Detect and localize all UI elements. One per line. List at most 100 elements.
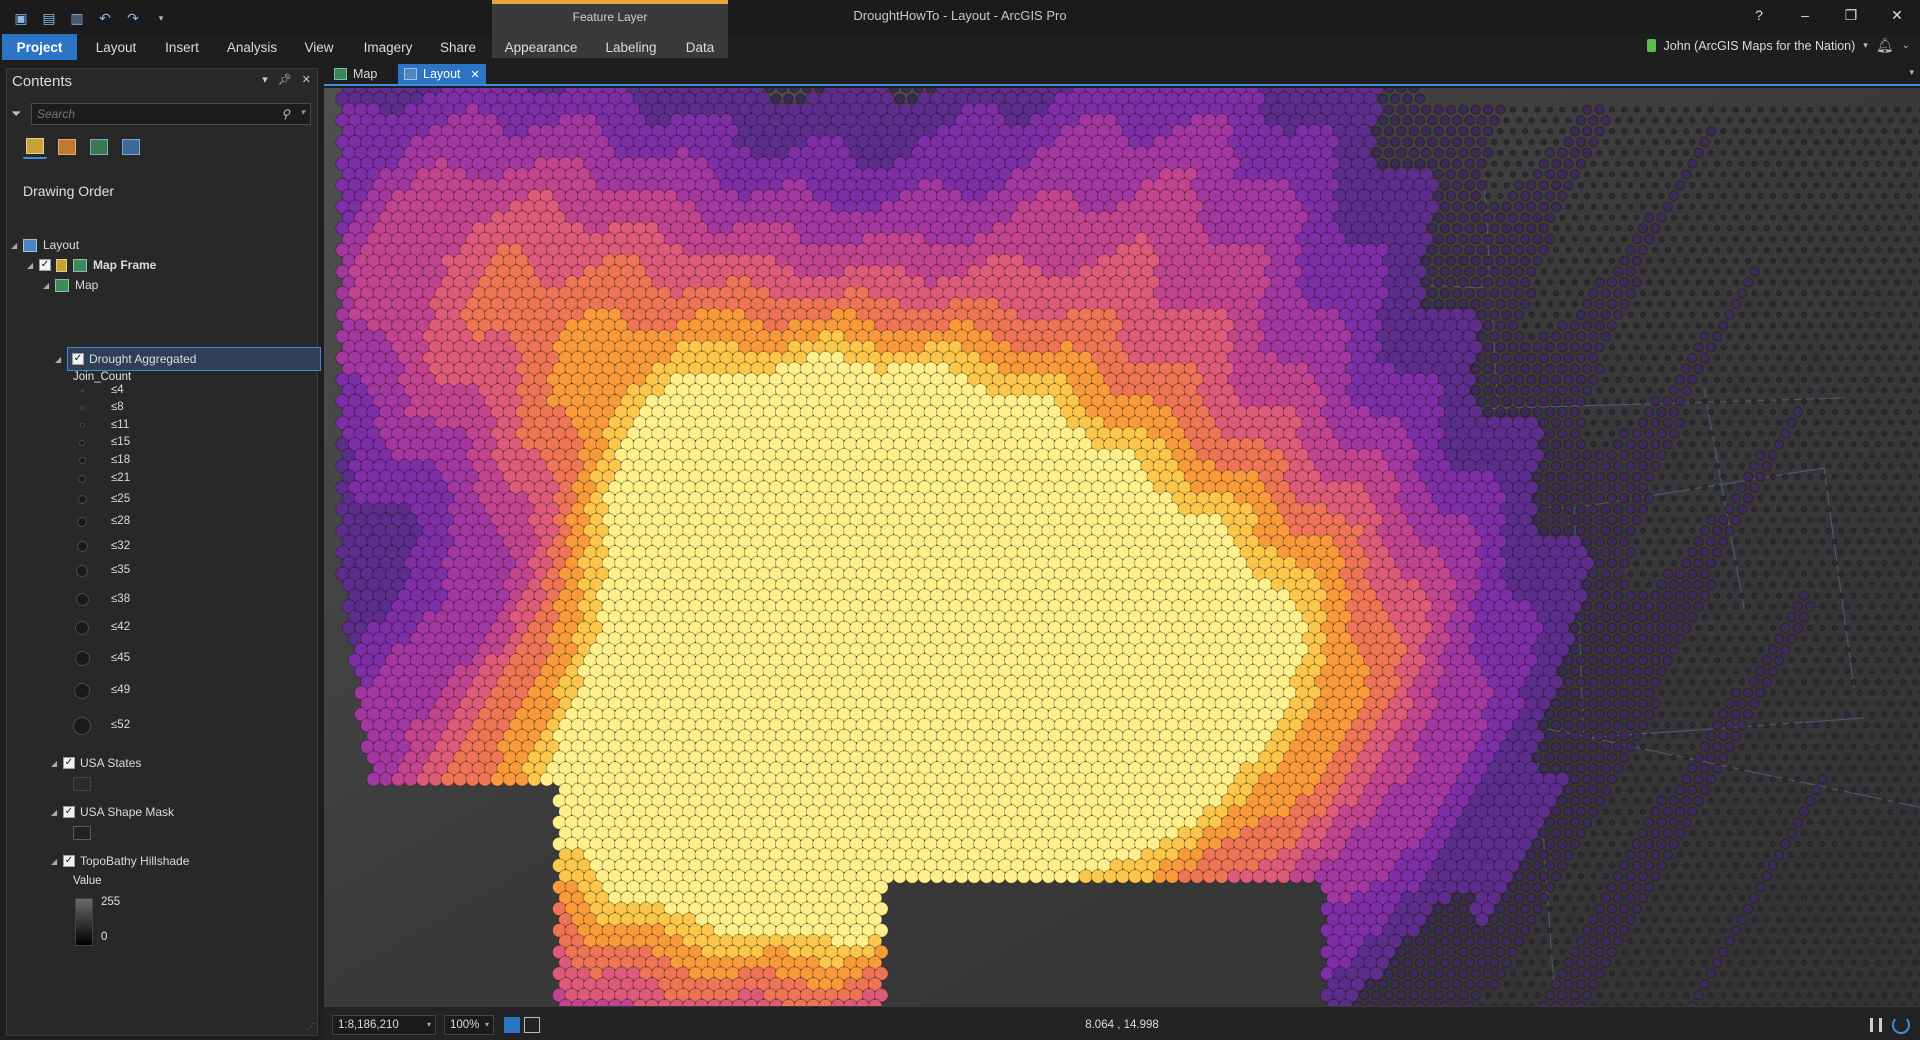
hex-bin[interactable] (1825, 139, 1832, 146)
hex-bin[interactable] (1571, 279, 1578, 286)
hex-bin[interactable] (1608, 149, 1615, 156)
hex-bin[interactable] (1621, 344, 1628, 351)
hex-bin[interactable] (1652, 246, 1659, 253)
hex-bin[interactable] (1831, 236, 1838, 243)
hex-bin[interactable] (1695, 106, 1702, 113)
hex-bin[interactable] (1701, 419, 1708, 426)
hex-bin[interactable] (1625, 244, 1636, 255)
hex-bin[interactable] (1639, 398, 1646, 405)
hex-bin[interactable] (1588, 374, 1599, 385)
hex-bin[interactable] (1627, 376, 1634, 383)
hex-bin[interactable] (1831, 408, 1838, 415)
hex-bin[interactable] (1613, 439, 1624, 450)
hex-bin[interactable] (1887, 441, 1894, 448)
hex-bin[interactable] (1668, 191, 1679, 202)
hex-bin[interactable] (1869, 473, 1876, 480)
hex-bin[interactable] (1470, 277, 1481, 288)
hex-bin[interactable] (1633, 365, 1640, 372)
hex-bin[interactable] (1862, 419, 1869, 426)
hex-bin[interactable] (1571, 300, 1578, 307)
hex-bin[interactable] (1912, 139, 1919, 146)
hex-bin[interactable] (1662, 417, 1673, 428)
hex-bin[interactable] (1869, 279, 1876, 286)
hex-bin[interactable] (1881, 171, 1888, 178)
hex-bin[interactable] (1695, 430, 1702, 437)
hex-bin[interactable] (1569, 428, 1580, 439)
hex-bin[interactable] (1557, 320, 1568, 331)
hex-bin[interactable] (1838, 376, 1845, 383)
hex-bin[interactable] (1881, 452, 1888, 459)
hex-bin[interactable] (1844, 257, 1851, 264)
hex-bin[interactable] (1569, 363, 1580, 374)
hex-bin[interactable] (1739, 441, 1746, 448)
hex-bin[interactable] (1739, 333, 1746, 340)
hex-bin[interactable] (1644, 450, 1655, 461)
hex-bin[interactable] (1862, 268, 1869, 275)
hex-bin[interactable] (1538, 374, 1549, 385)
visibility-checkbox[interactable]: ✓ (63, 757, 75, 769)
expand-icon[interactable]: ◢ (11, 241, 23, 250)
hex-bin[interactable] (1769, 236, 1776, 243)
hex-bin[interactable] (1838, 139, 1845, 146)
hex-bin[interactable] (1495, 234, 1506, 245)
hex-bin[interactable] (1683, 149, 1690, 156)
hex-bin[interactable] (1831, 344, 1838, 351)
hex-bin[interactable] (1658, 257, 1665, 264)
hex-bin[interactable] (1445, 212, 1456, 223)
hex-bin[interactable] (1838, 203, 1845, 210)
hex-bin[interactable] (1433, 191, 1444, 202)
hex-bin[interactable] (1689, 398, 1696, 405)
hex-bin[interactable] (1856, 171, 1863, 178)
hex-bin[interactable] (1576, 396, 1587, 407)
hex-bin[interactable] (1458, 126, 1469, 137)
hex-bin[interactable] (1507, 342, 1518, 353)
hex-bin[interactable] (1476, 288, 1487, 299)
hex-bin[interactable] (1619, 471, 1630, 482)
hex-bin[interactable] (1501, 201, 1512, 212)
hex-bin[interactable] (1600, 309, 1611, 320)
hex-bin[interactable] (1869, 149, 1876, 156)
hex-bin[interactable] (1652, 333, 1659, 340)
hex-bin[interactable] (1755, 450, 1766, 461)
hex-bin[interactable] (1576, 352, 1587, 363)
hex-bin[interactable] (1813, 311, 1820, 318)
hex-bin[interactable] (1706, 126, 1717, 137)
hex-bin[interactable] (1794, 236, 1801, 243)
hex-bin[interactable] (1794, 214, 1801, 221)
hex-bin[interactable] (1584, 171, 1591, 178)
hex-bin[interactable] (1906, 344, 1913, 351)
hex-bin[interactable] (1718, 320, 1729, 331)
hex-bin[interactable] (1557, 169, 1568, 180)
hex-bin[interactable] (1755, 471, 1766, 482)
hex-bin[interactable] (1627, 354, 1634, 361)
hex-bin[interactable] (1520, 191, 1531, 202)
hex-bin[interactable] (1769, 171, 1776, 178)
hex-bin[interactable] (1732, 408, 1739, 415)
hex-bin[interactable] (1906, 387, 1913, 394)
hex-bin[interactable] (1627, 398, 1634, 405)
hex-bin[interactable] (1788, 354, 1795, 361)
hex-bin[interactable] (1720, 387, 1727, 394)
hex-bin[interactable] (1600, 331, 1611, 342)
hex-bin[interactable] (1675, 396, 1686, 407)
hex-bin[interactable] (1633, 128, 1640, 135)
hex-bin[interactable] (1670, 257, 1677, 264)
hex-bin[interactable] (1788, 290, 1795, 297)
hex-bin[interactable] (1757, 171, 1764, 178)
hex-bin[interactable] (1862, 462, 1869, 469)
restore-button[interactable]: ❐ (1828, 0, 1874, 30)
hex-bin[interactable] (1582, 385, 1593, 396)
hex-bin[interactable] (1869, 106, 1876, 113)
hex-bin[interactable] (1507, 255, 1518, 266)
hex-bin[interactable] (1708, 193, 1715, 200)
hex-bin[interactable] (1763, 225, 1770, 232)
hex-bin[interactable] (1584, 257, 1591, 264)
hex-bin[interactable] (1569, 126, 1580, 137)
hex-bin[interactable] (1695, 193, 1702, 200)
hex-bin[interactable] (1427, 115, 1438, 126)
hex-bin[interactable] (1807, 387, 1814, 394)
hex-bin[interactable] (1520, 363, 1531, 374)
hex-bin[interactable] (1497, 149, 1504, 156)
hex-bin[interactable] (1646, 128, 1653, 135)
hex-bin[interactable] (1856, 128, 1863, 135)
